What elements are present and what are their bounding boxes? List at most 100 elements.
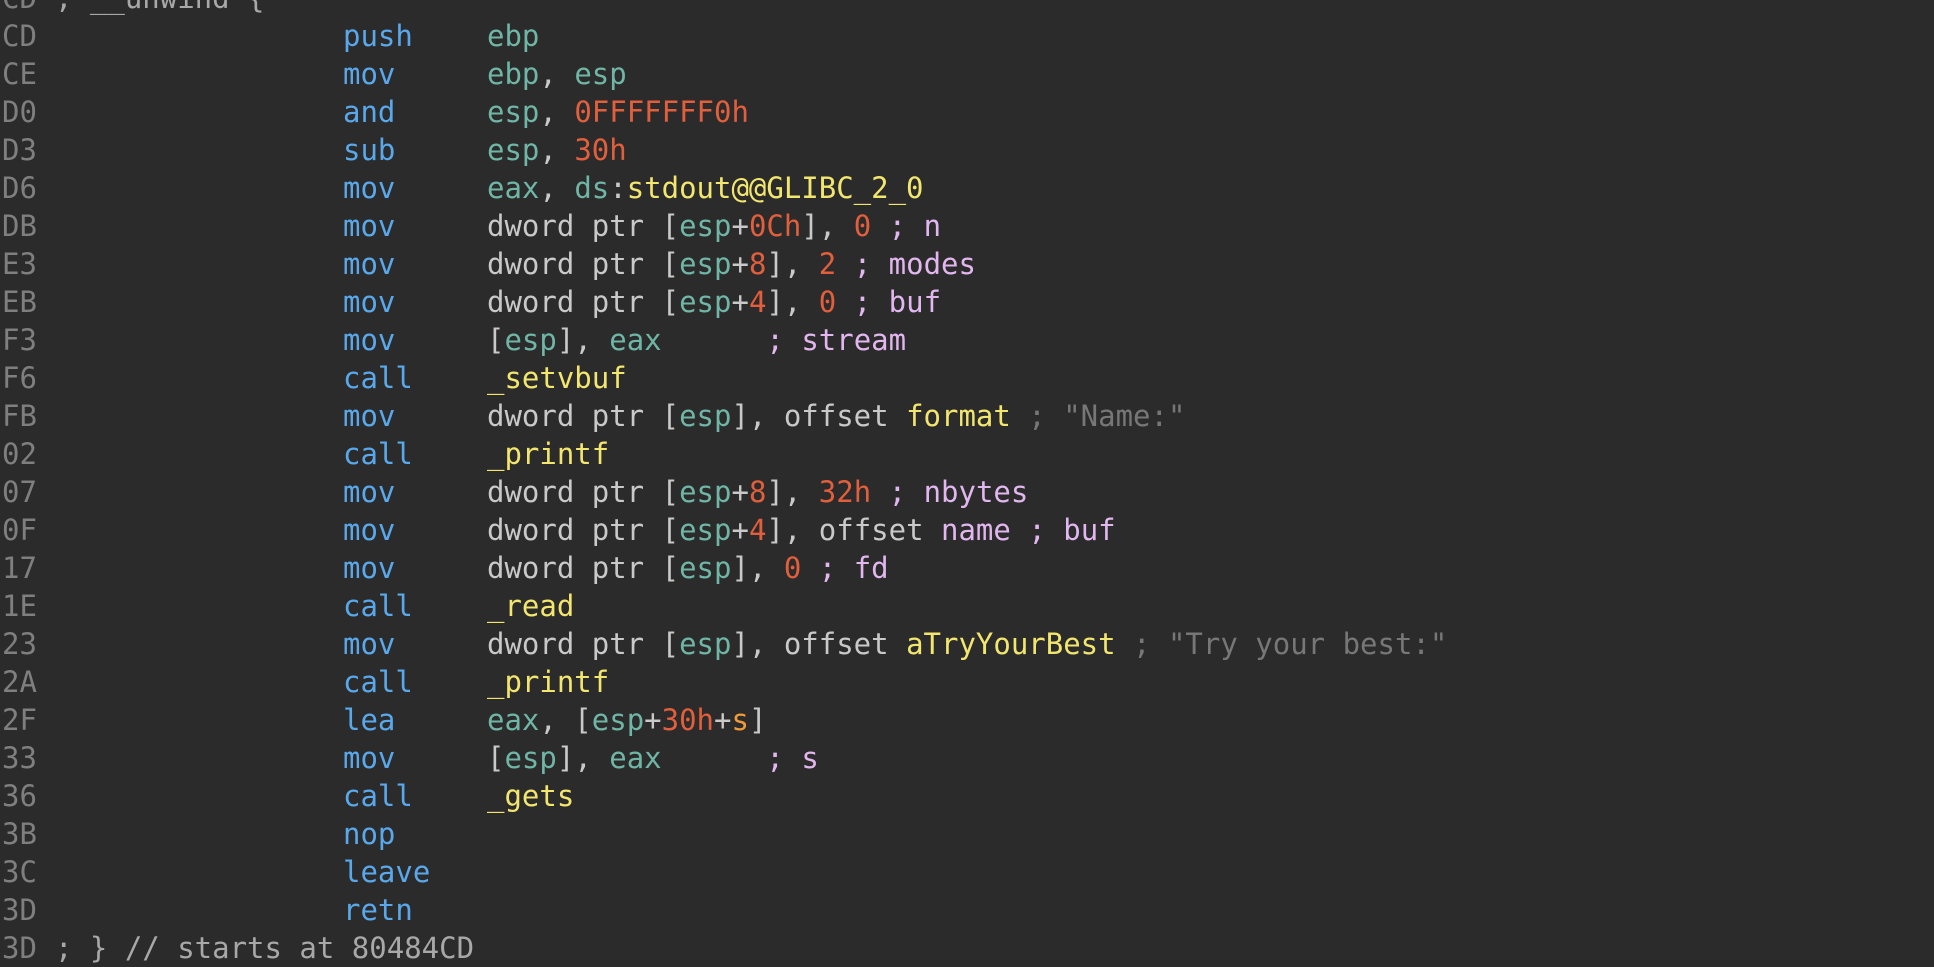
code-line[interactable]: 36 call _gets	[0, 777, 1934, 815]
variable-comment-token[interactable]: ; s	[662, 741, 818, 775]
variable-comment-token[interactable]: ; fd	[801, 551, 889, 585]
code-line[interactable]: 07 mov dword ptr [esp+8], 32h ; nbytes	[0, 473, 1934, 511]
code-line[interactable]: 3D ; } // starts at 80484CD	[0, 929, 1934, 967]
code-line[interactable]: DB mov dword ptr [esp+0Ch], 0 ; n	[0, 207, 1934, 245]
symbol-token[interactable]: format	[906, 399, 1011, 433]
code-line[interactable]: 3D retn	[0, 891, 1934, 929]
instruction-operands: dword ptr [esp+4], offset name ; buf	[487, 511, 1116, 549]
instruction-mnemonic[interactable]: call	[343, 777, 413, 815]
instruction-operands: ebp, esp	[487, 55, 627, 93]
code-line[interactable]: D0 and esp, 0FFFFFFF0h	[0, 93, 1934, 131]
string-comment-token: ; "Try your best:"	[1115, 627, 1448, 661]
number-token: 30h	[661, 703, 715, 737]
instruction-mnemonic[interactable]: mov	[343, 169, 395, 207]
symbol-token[interactable]: _printf	[487, 665, 609, 699]
punctuation-token: ,	[539, 133, 575, 167]
symbol-token[interactable]: _printf	[487, 437, 609, 471]
symbol-token[interactable]: _gets	[487, 779, 574, 813]
code-line[interactable]: EB mov dword ptr [esp+4], 0 ; buf	[0, 283, 1934, 321]
instruction-mnemonic[interactable]: mov	[343, 55, 395, 93]
punctuation-token: [	[487, 323, 505, 357]
instruction-mnemonic[interactable]: and	[343, 93, 395, 131]
code-line[interactable]: 0F mov dword ptr [esp+4], offset name ; bu…	[0, 511, 1934, 549]
instruction-mnemonic[interactable]: mov	[343, 207, 395, 245]
code-line[interactable]: D3 sub esp, 30h	[0, 131, 1934, 169]
code-line[interactable]: FB mov dword ptr [esp], offset format ; "N…	[0, 397, 1934, 435]
register-token: esp	[504, 741, 557, 775]
instruction-operands: dword ptr [esp+0Ch], 0 ; n	[487, 207, 941, 245]
instruction-operands: [esp], eax ; stream	[487, 321, 906, 359]
code-line[interactable]: 2A call _printf	[0, 663, 1934, 701]
code-line[interactable]: CE mov ebp, esp	[0, 55, 1934, 93]
code-line[interactable]: CD push ebp	[0, 17, 1934, 55]
instruction-mnemonic[interactable]: mov	[343, 511, 395, 549]
instruction-mnemonic[interactable]: nop	[343, 815, 395, 853]
address-label: 02	[2, 437, 37, 471]
address-label: D0	[2, 95, 37, 129]
instruction-mnemonic[interactable]: mov	[343, 473, 395, 511]
instruction-mnemonic[interactable]: lea	[343, 701, 395, 739]
local-var-token[interactable]: s	[732, 703, 749, 737]
punctuation-token: [	[661, 209, 680, 243]
variable-comment-token[interactable]: ; stream	[662, 323, 906, 357]
instruction-mnemonic[interactable]: mov	[343, 397, 395, 435]
instruction-operands: [esp], eax ; s	[487, 739, 819, 777]
code-line[interactable]: 33 mov [esp], eax ; s	[0, 739, 1934, 777]
instruction-mnemonic[interactable]: call	[343, 663, 413, 701]
number-token: 8	[748, 475, 767, 509]
instruction-mnemonic[interactable]: leave	[343, 853, 430, 891]
code-line[interactable]: CD ; __unwind {	[0, 0, 1934, 17]
instruction-mnemonic[interactable]: mov	[343, 245, 395, 283]
punctuation-token: ],	[766, 475, 819, 509]
variable-comment-token[interactable]: name ; buf	[941, 513, 1116, 547]
number-token: 0	[783, 551, 802, 585]
instruction-operands: _setvbuf	[487, 359, 627, 397]
address-label: 0F	[2, 513, 37, 547]
code-line[interactable]: 3C leave	[0, 853, 1934, 891]
code-line[interactable]: F3 mov [esp], eax ; stream	[0, 321, 1934, 359]
instruction-mnemonic[interactable]: call	[343, 587, 413, 625]
symbol-token[interactable]: _read	[487, 589, 574, 623]
number-token: 0	[853, 209, 872, 243]
code-line[interactable]: 17 mov dword ptr [esp], 0 ; fd	[0, 549, 1934, 587]
variable-comment-token[interactable]: ; n	[871, 209, 941, 243]
instruction-mnemonic[interactable]: push	[343, 17, 413, 55]
instruction-mnemonic[interactable]: mov	[343, 283, 395, 321]
punctuation-token: ], offset	[766, 513, 942, 547]
punctuation-token: ],	[766, 247, 819, 281]
code-line[interactable]: 1E call _read	[0, 587, 1934, 625]
punctuation-token: [	[661, 285, 680, 319]
punctuation-token: +	[731, 475, 749, 509]
code-line[interactable]: 2F lea eax, [esp+30h+s]	[0, 701, 1934, 739]
instruction-mnemonic[interactable]: sub	[343, 131, 395, 169]
operand-text: dword ptr	[487, 475, 662, 509]
symbol-token[interactable]: stdout@@GLIBC_2_0	[627, 171, 924, 205]
symbol-token[interactable]: _setvbuf	[487, 361, 627, 395]
code-line[interactable]: D6 mov eax, ds:stdout@@GLIBC_2_0	[0, 169, 1934, 207]
variable-comment-token[interactable]: ; nbytes	[871, 475, 1029, 509]
variable-comment-token[interactable]: ; modes	[836, 247, 976, 281]
register-token: esp	[591, 703, 645, 737]
code-line[interactable]: 02 call _printf	[0, 435, 1934, 473]
punctuation-token: [	[661, 399, 680, 433]
instruction-mnemonic[interactable]: call	[343, 435, 413, 473]
instruction-mnemonic[interactable]: call	[343, 359, 413, 397]
instruction-mnemonic[interactable]: mov	[343, 739, 395, 777]
instruction-operands: dword ptr [esp+8], 32h ; nbytes	[487, 473, 1028, 511]
address-label: E3	[2, 247, 37, 281]
code-line[interactable]: 23 mov dword ptr [esp], offset aTryYourBes…	[0, 625, 1934, 663]
instruction-mnemonic[interactable]: mov	[343, 625, 395, 663]
operand-text: dword ptr	[487, 209, 662, 243]
code-line[interactable]: 3B nop	[0, 815, 1934, 853]
variable-comment-token[interactable]: ; buf	[836, 285, 941, 319]
code-line[interactable]: E3 mov dword ptr [esp+8], 2 ; modes	[0, 245, 1934, 283]
symbol-token[interactable]: aTryYourBest	[906, 627, 1116, 661]
instruction-mnemonic[interactable]: retn	[343, 891, 413, 929]
instruction-mnemonic[interactable]: mov	[343, 321, 395, 359]
punctuation-token: ,	[539, 57, 575, 91]
instruction-operands: dword ptr [esp], offset format ; "Name:"	[487, 397, 1185, 435]
address-label: FB	[2, 399, 37, 433]
instruction-mnemonic[interactable]: mov	[343, 549, 395, 587]
code-line[interactable]: F6 call _setvbuf	[0, 359, 1934, 397]
punctuation-token: +	[731, 285, 749, 319]
